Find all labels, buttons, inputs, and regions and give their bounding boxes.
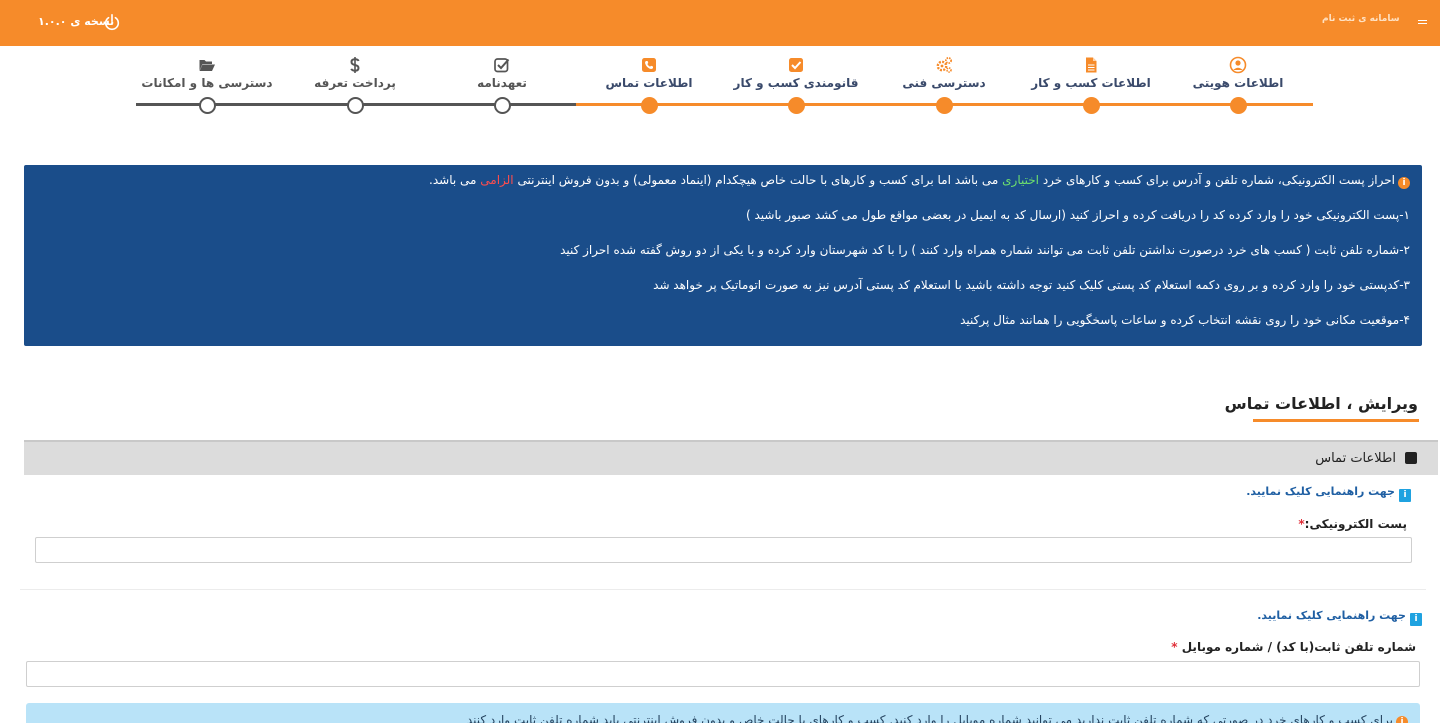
wizard-step-label: اطلاعات کسب و کار	[1031, 76, 1151, 90]
wizard-step-label: تعهدنامه	[477, 76, 527, 90]
wizard-step-access-features[interactable]: دسترسی ها و امکانات	[127, 54, 287, 124]
phone-square-icon	[642, 58, 656, 72]
email-label: پست الکترونیکی:*	[1298, 517, 1407, 531]
wizard-step-dot	[1230, 97, 1247, 114]
wizard-step-tariff-payment[interactable]: پرداخت تعرفه	[275, 54, 435, 124]
wizard-step-label: اطلاعات هویتی	[1192, 76, 1284, 90]
notice-intro: iاحراز پست الکترونیکی، شماره تلفن و آدرس…	[36, 172, 1410, 189]
wizard-step-label: دسترسی ها و امکانات	[141, 76, 273, 90]
wizard-step-business-info[interactable]: اطلاعات کسب و کار	[1011, 54, 1171, 124]
wizard-step-dot	[936, 97, 953, 114]
info-icon: i	[1398, 177, 1410, 189]
wizard-step-label: دسترسی فنی	[902, 76, 986, 90]
document-icon	[1086, 57, 1097, 73]
wizard-step-dot	[494, 97, 511, 114]
wizard-step-commitment[interactable]: تعهدنامه	[422, 54, 582, 124]
panel-title: اطلاعات تماس	[1315, 451, 1396, 466]
notice-item: ۲-شماره تلفن ثابت ( کسب های خرد درصورت ن…	[560, 243, 1410, 257]
email-help-link[interactable]: iجهت راهنمایی کلیک نمایید.	[1246, 485, 1411, 502]
notice-item: ۴-موقعیت مکانی خود را روی نقشه انتخاب کر…	[960, 313, 1410, 327]
wizard-step-dot	[1083, 97, 1100, 114]
app-brand: سامانه ی ثبت نام	[1322, 14, 1400, 24]
wizard-step-dot	[641, 97, 658, 114]
user-circle-icon	[1229, 56, 1247, 74]
wizard-step-dot	[788, 97, 805, 114]
phone-help-link[interactable]: iجهت راهنمایی کلیک نمایید.	[1257, 609, 1422, 626]
wizard-steps: اطلاعات هویتی اطلاعات کسب و کار دسترسی ف…	[0, 46, 1440, 126]
optional-highlight: اختیاری	[1002, 173, 1039, 187]
wizard-step-label: پرداخت تعرفه	[314, 76, 396, 90]
wizard-step-dot	[347, 97, 364, 114]
info-square-icon: i	[1399, 489, 1411, 502]
wizard-step-business-compliance[interactable]: قانومندی کسب و کار	[716, 54, 876, 124]
phone-label: شماره تلفن ثابت(با کد) / شماره موبایل *	[1171, 640, 1416, 654]
required-highlight: الزامی	[480, 173, 514, 187]
phone-field[interactable]	[26, 661, 1420, 687]
gears-icon	[936, 57, 952, 73]
power-icon[interactable]	[103, 13, 121, 31]
email-field[interactable]	[35, 537, 1412, 563]
notice-item: ۳-کدپستی خود را وارد کرده و بر روی دکمه …	[653, 278, 1410, 292]
top-bar: نسخه ی ۱.۰.۰ سامانه ی ثبت نام	[0, 0, 1440, 46]
check-square-icon	[789, 58, 803, 72]
divider	[20, 589, 1426, 590]
contact-panel-header[interactable]: اطلاعات تماس	[24, 440, 1438, 475]
wizard-step-identity[interactable]: اطلاعات هویتی	[1158, 54, 1318, 124]
wizard-step-contact-info[interactable]: اطلاعات تماس	[569, 54, 729, 124]
dollar-icon	[350, 57, 360, 73]
folder-open-icon	[199, 60, 215, 71]
checkbox-outline-icon	[494, 58, 510, 73]
notice-item: ۱-پست الکترونیکی خود را وارد کرده کد را …	[745, 208, 1410, 222]
phone-icon	[1405, 452, 1417, 464]
phone-info-alert: iبرای کسب و کارهای خرد در صورتی که شماره…	[26, 703, 1420, 723]
wizard-step-dot	[199, 97, 216, 114]
title-underline	[1253, 419, 1419, 422]
info-icon: i	[1396, 716, 1408, 723]
page-title: ویرایش ، اطلاعات تماس	[1224, 394, 1418, 413]
instructions-notice: iاحراز پست الکترونیکی، شماره تلفن و آدرس…	[24, 165, 1422, 346]
menu-icon[interactable]	[1418, 20, 1427, 27]
info-square-icon: i	[1410, 613, 1422, 626]
wizard-step-technical-access[interactable]: دسترسی فنی	[864, 54, 1024, 124]
wizard-step-label: اطلاعات تماس	[605, 76, 693, 90]
wizard-step-label: قانومندی کسب و کار	[733, 76, 859, 90]
